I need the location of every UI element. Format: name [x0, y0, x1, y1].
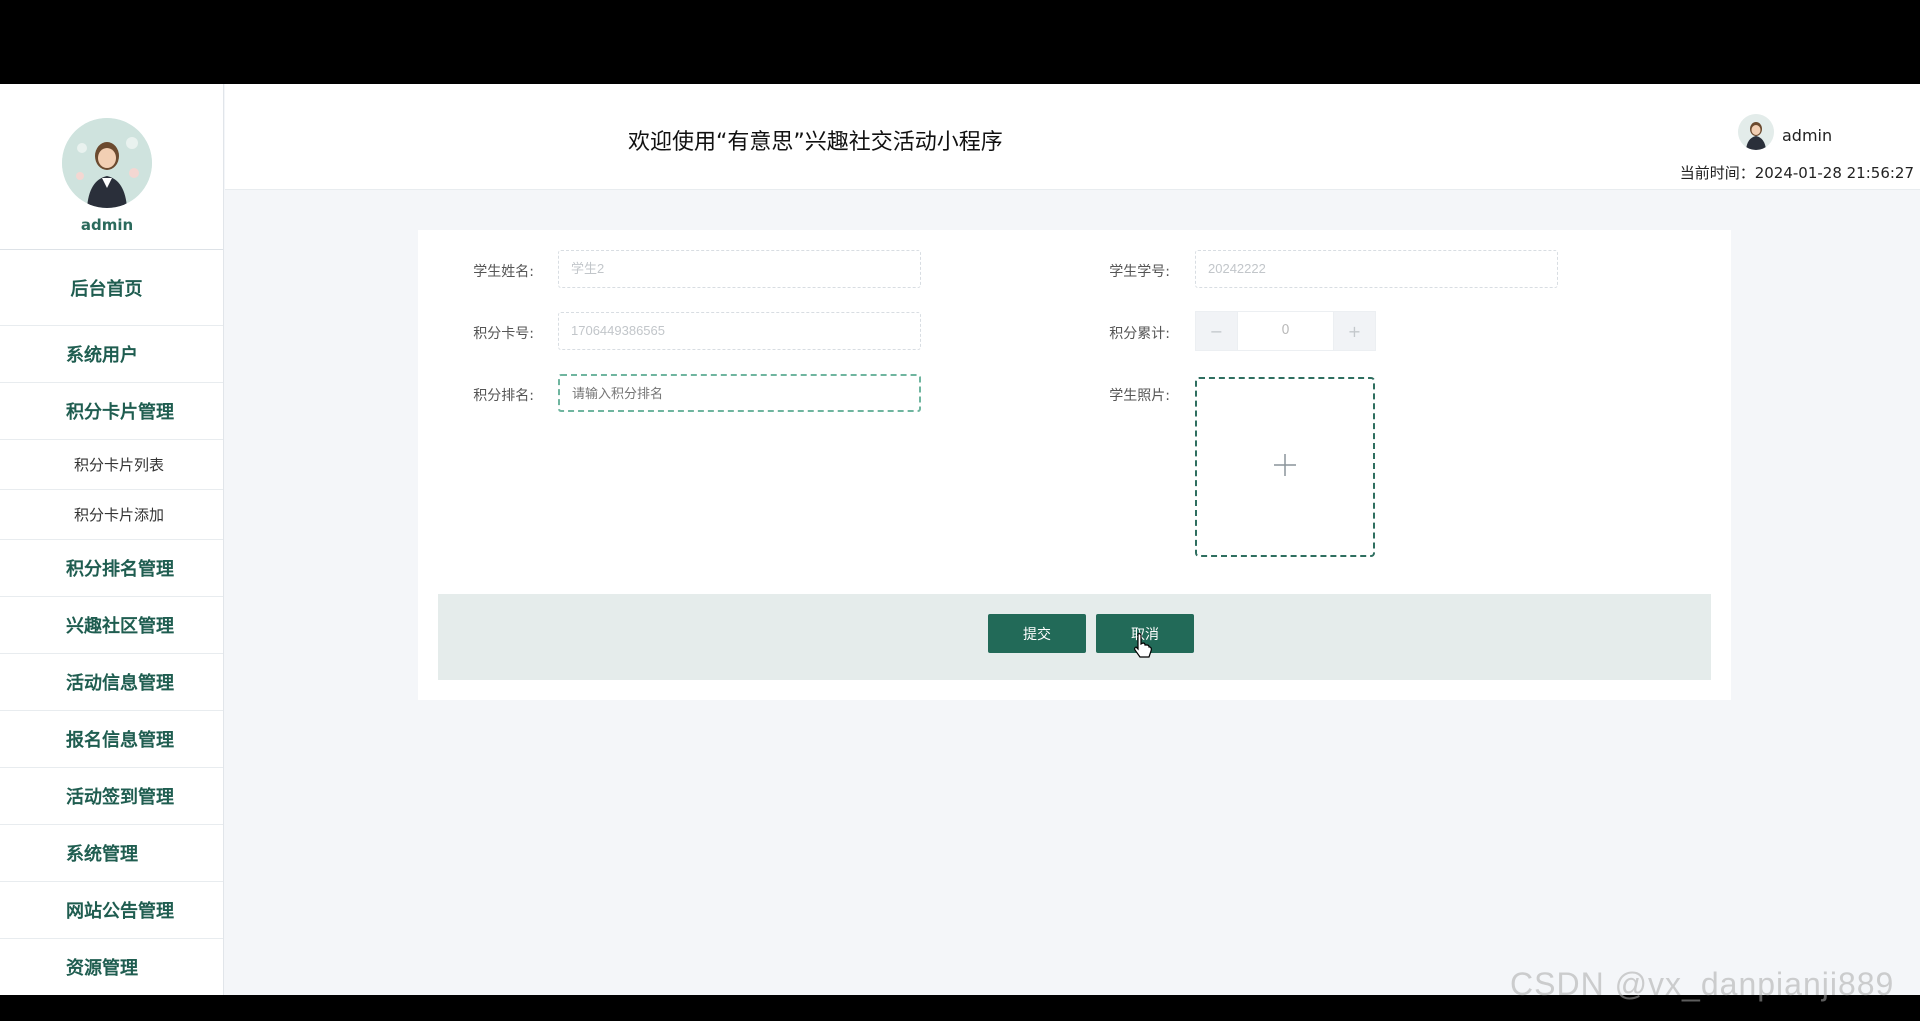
sidebar-item-community[interactable]: 兴趣社区管理 [0, 597, 223, 654]
sidebar-item-activity-info[interactable]: 活动信息管理 [0, 654, 223, 711]
avatar-icon [62, 118, 152, 208]
sidebar-item-resources[interactable]: 资源管理 [0, 939, 223, 995]
plus-button[interactable]: + [1334, 312, 1375, 350]
card-no-field[interactable]: 1706449386565 [558, 312, 921, 350]
sidebar-item-label: 积分排名管理 [66, 559, 174, 580]
sidebar-subitem-card-add[interactable]: 积分卡片添加 [0, 490, 223, 540]
sidebar-item-label: 兴趣社区管理 [66, 616, 174, 637]
header-avatar[interactable] [1738, 114, 1774, 150]
card-no-label: 积分卡号: [473, 326, 534, 342]
minus-button[interactable]: − [1196, 312, 1237, 350]
student-id-field[interactable]: 20242222 [1195, 250, 1558, 288]
sidebar-item-registration[interactable]: 报名信息管理 [0, 711, 223, 768]
avatar-icon [1738, 114, 1774, 150]
sidebar-item-home[interactable]: 后台首页 [0, 250, 223, 326]
sidebar-item-label: 积分卡片管理 [66, 402, 174, 423]
app-window: admin 后台首页 系统用户 积分卡片管理 积分卡片列表 积分卡片添加 积分排… [0, 84, 1920, 995]
sidebar-item-label: 系统用户 [66, 345, 138, 366]
student-id-label: 学生学号: [1109, 264, 1170, 280]
sidebar-subitem-card-list[interactable]: 积分卡片列表 [0, 440, 223, 490]
sidebar-item-system-users[interactable]: 系统用户 [0, 326, 223, 383]
hand-cursor-icon [1134, 633, 1152, 658]
rank-label: 积分排名: [473, 388, 534, 404]
header-username[interactable]: admin [1782, 126, 1832, 145]
photo-upload[interactable] [1195, 377, 1375, 557]
page-title: 欢迎使用“有意思”兴趣社交活动小程序 [628, 130, 1003, 155]
sidebar-item-label: 报名信息管理 [66, 730, 174, 751]
current-time: 当前时间：2024-01-28 21:56:27 [1679, 164, 1914, 182]
sidebar-item-label: 网站公告管理 [66, 901, 174, 922]
student-name-field[interactable]: 学生2 [558, 250, 921, 288]
sidebar-item-label: 系统管理 [66, 844, 138, 865]
points-total-stepper: − 0 + [1195, 311, 1376, 351]
avatar[interactable] [62, 118, 152, 208]
sidebar-item-announcements[interactable]: 网站公告管理 [0, 882, 223, 939]
sidebar-subitem-label: 积分卡片添加 [74, 506, 165, 524]
sidebar-item-system[interactable]: 系统管理 [0, 825, 223, 882]
sidebar-item-label: 后台首页 [70, 278, 143, 300]
sidebar-item-points-card[interactable]: 积分卡片管理 [0, 383, 223, 440]
sidebar-item-label: 资源管理 [66, 958, 138, 979]
watermark: CSDN @vx_danpianji889 [1510, 966, 1895, 1002]
sidebar-subitem-label: 积分卡片列表 [74, 456, 165, 474]
sidebar-username: admin [80, 216, 134, 234]
submit-button[interactable]: 提交 [988, 614, 1086, 653]
sidebar: admin 后台首页 系统用户 积分卡片管理 积分卡片列表 积分卡片添加 积分排… [0, 84, 224, 995]
sidebar-item-checkin[interactable]: 活动签到管理 [0, 768, 223, 825]
header: 欢迎使用“有意思”兴趣社交活动小程序 admin 当前时间：2024-01-28… [225, 84, 1920, 190]
form-actions: 提交 取消 [438, 594, 1711, 680]
plus-icon [1272, 447, 1298, 487]
photo-label: 学生照片: [1109, 388, 1170, 404]
sidebar-item-label: 活动信息管理 [66, 673, 174, 694]
form-card: 学生姓名: 学生2 学生学号: 20242222 积分卡号: 170644938… [418, 230, 1731, 700]
sidebar-item-points-rank[interactable]: 积分排名管理 [0, 540, 223, 597]
rank-field[interactable] [558, 374, 921, 412]
points-total-value[interactable]: 0 [1237, 312, 1334, 350]
student-name-label: 学生姓名: [473, 264, 534, 280]
sidebar-item-label: 活动签到管理 [66, 787, 174, 808]
sidebar-profile: admin [0, 84, 223, 250]
rank-input[interactable] [572, 377, 907, 410]
points-total-label: 积分累计: [1109, 326, 1170, 342]
